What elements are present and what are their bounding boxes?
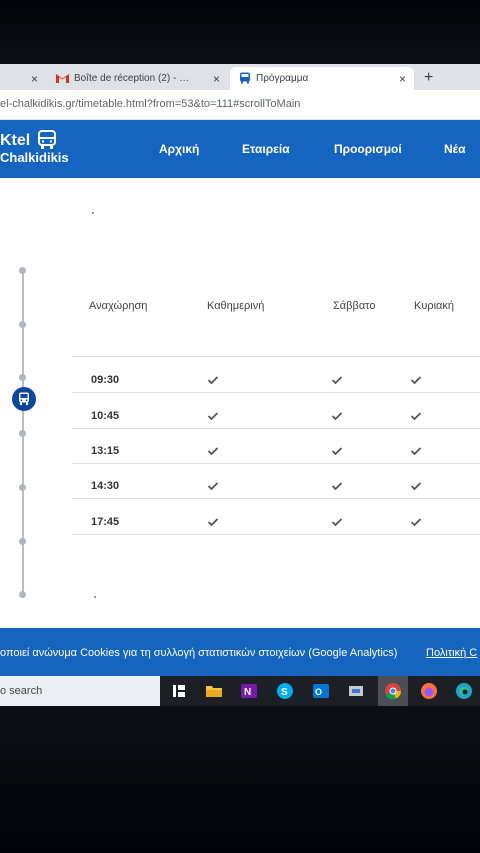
timeline-dot — [19, 538, 26, 545]
svg-text:S: S — [281, 687, 288, 698]
tab-bar: × Boîte de réception (2) - christina × Π… — [0, 64, 480, 90]
chrome-icon[interactable] — [384, 682, 402, 700]
row-divider — [72, 534, 480, 535]
close-icon[interactable]: × — [213, 72, 220, 86]
nav-company[interactable]: Εταιρεία — [242, 142, 290, 156]
gmail-icon — [56, 74, 69, 83]
tab-label: Boîte de réception (2) - christina — [74, 73, 194, 84]
row-divider — [72, 392, 480, 393]
departure-time: 09:30 — [91, 374, 120, 386]
tab-label: Πρόγραμμα — [256, 73, 309, 84]
bus-logo-icon — [38, 130, 56, 149]
row-divider — [72, 498, 480, 499]
firefox-icon[interactable] — [420, 682, 438, 700]
cookie-banner: οποιεί ανώνυμα Cookies για τη συλλογή στ… — [0, 628, 480, 676]
bus-position-marker — [12, 387, 36, 411]
table-divider — [72, 356, 480, 357]
checkmark-icon — [410, 447, 422, 456]
checkmark-icon — [331, 412, 343, 421]
checkmark-icon — [207, 447, 219, 456]
bus-icon — [19, 392, 29, 405]
row-divider — [72, 428, 480, 429]
close-icon[interactable]: × — [399, 72, 406, 86]
browser-screen: × Boîte de réception (2) - christina × Π… — [0, 64, 480, 706]
cookie-text: οποιεί ανώνυμα Cookies για τη συλλογή στ… — [0, 647, 398, 659]
nav-home[interactable]: Αρχική — [159, 142, 199, 156]
checkmark-icon — [331, 447, 343, 456]
search-placeholder[interactable]: o search — [0, 685, 42, 697]
timeline-dot — [19, 430, 26, 437]
checkmark-icon — [207, 518, 219, 527]
timeline-dot — [19, 374, 26, 381]
nav-news[interactable]: Νέα — [444, 142, 465, 156]
network-icon[interactable] — [347, 682, 365, 700]
tab-gmail[interactable]: Boîte de réception (2) - christina × — [48, 67, 228, 90]
departure-time: 10:45 — [91, 410, 120, 422]
timeline-dot — [19, 267, 26, 274]
skype-icon[interactable]: S — [276, 682, 294, 700]
column-header-sunday: Κυριακή — [414, 300, 455, 312]
checkmark-icon — [331, 376, 343, 385]
bus-icon — [240, 72, 250, 84]
column-header-weekday: Καθημερινή — [207, 300, 265, 312]
checkmark-icon — [410, 482, 422, 491]
departure-time: 17:45 — [91, 516, 120, 528]
row-divider — [72, 463, 480, 464]
logo-text[interactable]: Ktel — [0, 132, 30, 150]
column-header-saturday: Σάββατο — [333, 300, 376, 312]
checkmark-icon — [410, 412, 422, 421]
svg-text:O: O — [315, 687, 322, 697]
timeline-dot — [19, 321, 26, 328]
checkmark-icon — [410, 376, 422, 385]
cookie-policy-link[interactable]: Πολιτική C — [426, 647, 477, 659]
onenote-icon[interactable]: N — [240, 682, 258, 700]
address-bar[interactable]: el-chalkidikis.gr/timetable.html?from=53… — [0, 90, 480, 120]
column-header-departure: Αναχώρηση — [89, 300, 148, 312]
tab-timetable[interactable]: Πρόγραμμα × — [230, 67, 414, 90]
new-tab-button[interactable]: + — [424, 67, 433, 89]
checkmark-icon — [207, 482, 219, 491]
checkmark-icon — [207, 412, 219, 421]
timeline-dot — [19, 591, 26, 598]
screen-speck — [92, 212, 94, 214]
svg-text:N: N — [244, 687, 251, 698]
close-icon[interactable]: × — [31, 72, 38, 86]
taskbar-search[interactable]: o search — [0, 676, 160, 706]
checkmark-icon — [331, 518, 343, 527]
departure-time: 13:15 — [91, 445, 120, 457]
site-header: Ktel Chalkidikis Αρχική Εταιρεία Προορισ… — [0, 120, 480, 178]
nav-destinations[interactable]: Προορισμοί — [334, 142, 402, 156]
outlook-icon[interactable]: O — [312, 682, 330, 700]
monitor-bezel-bottom — [0, 706, 480, 853]
tab-previous[interactable]: × — [0, 67, 46, 90]
edge-icon[interactable] — [455, 682, 473, 700]
screen-speck — [94, 596, 96, 598]
url-text[interactable]: el-chalkidikis.gr/timetable.html?from=53… — [0, 98, 300, 110]
timeline-dot — [19, 484, 26, 491]
checkmark-icon — [207, 376, 219, 385]
departure-time: 14:30 — [91, 480, 120, 492]
logo-subtext[interactable]: Chalkidikis — [0, 150, 69, 165]
file-explorer-icon[interactable] — [205, 682, 223, 700]
task-view-icon[interactable] — [170, 682, 188, 700]
windows-taskbar: o search N S O — [0, 676, 480, 706]
checkmark-icon — [410, 518, 422, 527]
monitor-bezel-top — [0, 0, 480, 64]
checkmark-icon — [331, 482, 343, 491]
